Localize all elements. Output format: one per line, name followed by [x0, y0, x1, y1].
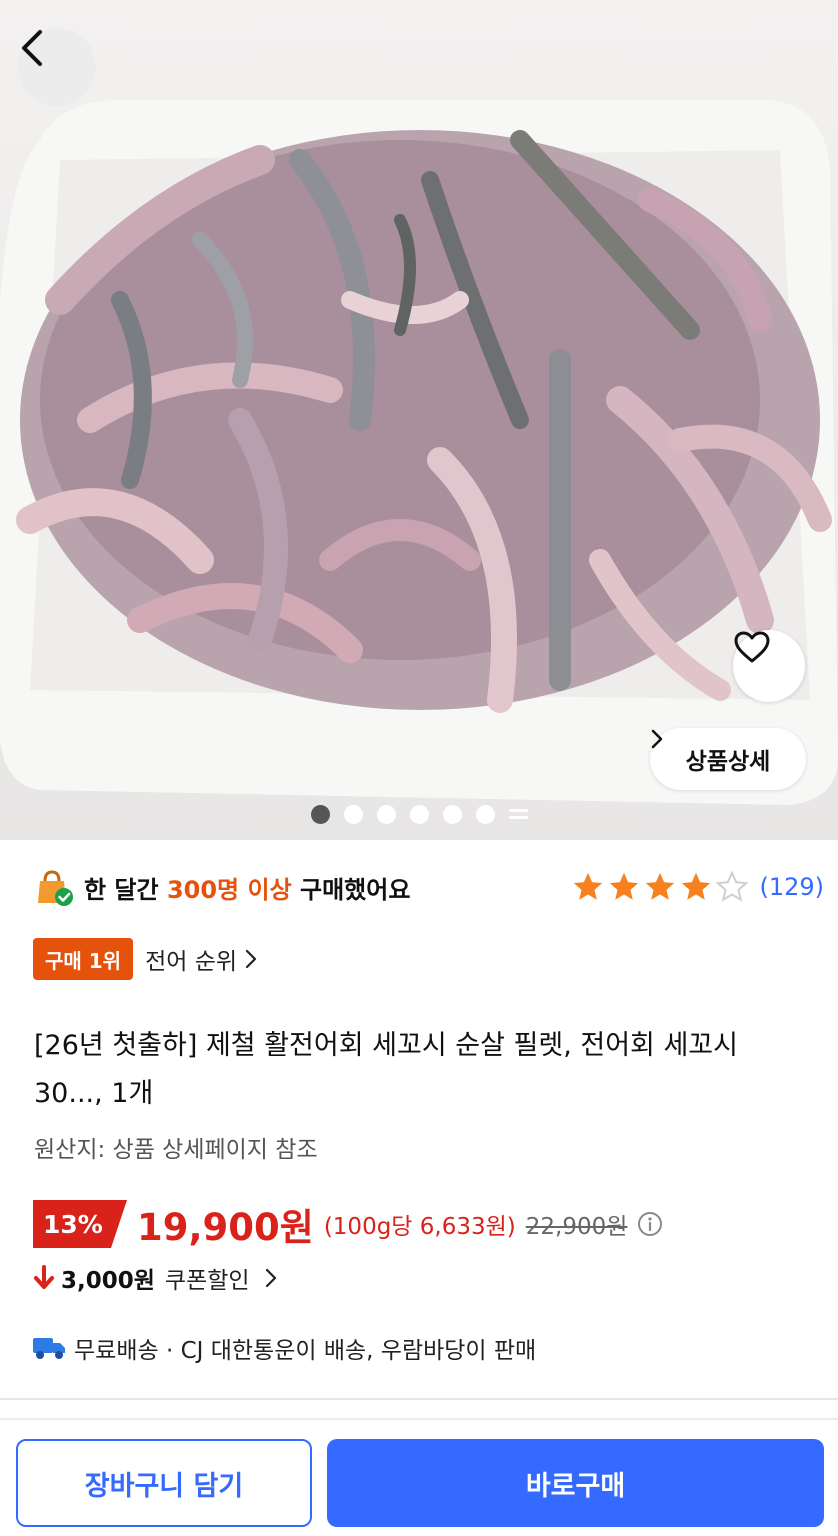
star-filled-icon — [682, 872, 711, 900]
product-detail-button[interactable]: 상품상세 — [650, 728, 806, 790]
buyers-text: 한 달간 300명 이상 구매했어요 — [84, 870, 410, 905]
pager-dot[interactable] — [475, 804, 495, 824]
product-photo — [0, 100, 838, 805]
coupon-label: 쿠폰할인 — [164, 1268, 250, 1294]
pager-dot[interactable] — [409, 804, 429, 824]
shipping-row: 무료배송 · CJ 대한통운이 배송, 우람바당이 판매 — [32, 1326, 536, 1370]
chevron-right-icon — [651, 729, 663, 749]
back-button[interactable] — [18, 28, 96, 106]
pager-dot[interactable] — [376, 804, 396, 824]
original-price: 22,900원 — [525, 1214, 628, 1240]
wishlist-button[interactable] — [733, 630, 805, 702]
rank-badge: 구매 1위 — [33, 938, 134, 980]
rating[interactable]: (129) — [571, 870, 824, 904]
info-icon[interactable] — [637, 1211, 663, 1237]
add-to-cart-button[interactable]: 장바구니 담기 — [16, 1439, 312, 1527]
buyers-prefix: 한 달간 — [84, 875, 167, 904]
pager-dot[interactable] — [310, 804, 330, 824]
pager-dot[interactable] — [343, 804, 363, 824]
chevron-right-icon — [265, 1268, 276, 1288]
image-pager[interactable] — [0, 800, 838, 828]
divider — [0, 1418, 838, 1420]
buyers-highlight: 300명 이상 — [166, 875, 292, 904]
social-proof-row: 한 달간 300명 이상 구매했어요 (129) — [34, 862, 824, 912]
product-detail-label: 상품상세 — [685, 749, 771, 775]
coupon-amount: 3,000원 — [61, 1268, 155, 1294]
arrow-down-icon — [34, 1265, 54, 1289]
heart-icon — [734, 631, 770, 663]
star-empty-icon — [715, 870, 750, 902]
product-image-carousel[interactable]: 상품상세 — [0, 0, 838, 840]
star-filled-icon — [610, 872, 639, 900]
review-count[interactable]: (129) — [759, 873, 824, 901]
divider — [0, 1398, 838, 1400]
pager-dot[interactable] — [442, 804, 462, 824]
category-ranking-label: 전어 순위 — [145, 949, 238, 975]
ranking-row: 구매 1위 전어 순위 — [33, 938, 257, 980]
buyers-suffix: 구매했어요 — [291, 875, 411, 904]
origin-info: 원산지: 상품 상세페이지 참조 — [34, 1137, 318, 1163]
star-filled-icon — [646, 872, 675, 900]
chevron-right-icon — [245, 949, 257, 969]
price-row: 13% 19,900원 (100g당 6,633원) 22,900원 — [33, 1198, 663, 1250]
buy-now-button[interactable]: 바로구매 — [327, 1439, 824, 1527]
category-ranking-link[interactable]: 전어 순위 — [145, 942, 257, 976]
unit-price: (100g당 6,633원) — [323, 1214, 516, 1240]
sale-price: 19,900원 — [137, 1206, 314, 1249]
shopping-bag-check-icon — [38, 870, 73, 906]
pager-more-icon[interactable] — [508, 805, 528, 824]
coupon-discount-row[interactable]: 3,000원 쿠폰할인 — [33, 1258, 278, 1298]
discount-rate: 13% — [43, 1209, 103, 1239]
product-title: [26년 첫출하] 제철 활전어회 세꼬시 순살 필렛, 전어회 세꼬시 30.… — [34, 1030, 738, 1109]
shipping-text: 무료배송 · CJ 대한통운이 배송, 우람바당이 판매 — [74, 1338, 537, 1364]
discount-badge: 13% — [33, 1200, 127, 1248]
delivery-truck-icon — [33, 1338, 65, 1359]
star-filled-icon — [574, 872, 603, 900]
chevron-left-icon — [22, 30, 42, 66]
